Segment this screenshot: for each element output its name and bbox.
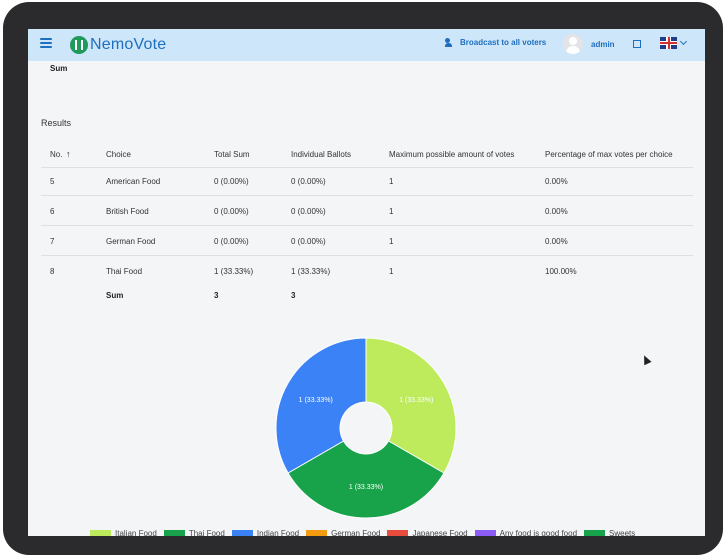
column-header-no[interactable]: No. [50, 150, 62, 159]
table-cell-ballots: 0 (0.00%) [291, 207, 326, 216]
table-cell-max: 1 [389, 207, 394, 216]
sort-ascending-icon[interactable]: ↑ [66, 149, 71, 159]
legend-item-sweets[interactable]: Sweets [584, 529, 635, 536]
logo-text: NemoVote [90, 36, 167, 53]
table-cell-max: 1 [389, 267, 394, 276]
broadcast-label: Broadcast to all voters [460, 38, 547, 47]
legend-item-german-food[interactable]: German Food [306, 529, 380, 536]
table-cell-no: 7 [50, 237, 55, 246]
table-cell-percentage: 0.00% [545, 237, 568, 246]
top-app-bar: NemoVote Broadcast to all voters admin [28, 29, 705, 61]
column-header-individual-ballots: Individual Ballots [291, 150, 352, 159]
sum-row-total: 3 [214, 291, 219, 300]
legend-label: Thai Food [188, 529, 225, 536]
chart-legend: Italian Food Thai Food Indian Food German F… [90, 529, 642, 536]
table-cell-percentage: 0.00% [545, 177, 568, 186]
legend-swatch [584, 530, 606, 536]
table-cell-ballots: 0 (0.00%) [291, 177, 326, 186]
table-cell-total: 1 (33.33%) [214, 267, 254, 276]
table-cell-choice: British Food [106, 207, 149, 216]
column-header-percentage: Percentage of max votes per choice [545, 150, 673, 159]
legend-item-thai-food[interactable]: Thai Food [163, 529, 225, 536]
user-name[interactable]: admin [591, 40, 615, 49]
legend-swatch [387, 530, 409, 536]
previous-table-sum-label: Sum [50, 64, 68, 73]
legend-item-any-food-is-good-food[interactable]: Any food is good food [474, 529, 578, 536]
table-cell-choice: American Food [106, 177, 161, 186]
table-cell-no: 5 [50, 177, 55, 186]
table-cell-no: 8 [50, 267, 55, 276]
table-divider [41, 255, 693, 256]
legend-item-japanese-food[interactable]: Japanese Food [387, 529, 468, 536]
pie-slice-label: 1 (33.33%) [399, 397, 433, 404]
table-cell-max: 1 [389, 177, 394, 186]
table-cell-percentage: 100.00% [545, 267, 577, 276]
sum-row-ballots: 3 [291, 291, 296, 300]
table-cell-ballots: 1 (33.33%) [291, 267, 331, 276]
legend-swatch [231, 530, 253, 536]
broadcast-button[interactable]: Broadcast to all voters [445, 38, 546, 47]
results-donut-chart: 1 (33.33%) 1 (33.33%) 1 (33.33%) [275, 337, 457, 519]
tablet-frame: NemoVote Broadcast to all voters admin S… [3, 2, 723, 555]
broadcast-icon [445, 38, 456, 47]
legend-label: Any food is good food [499, 529, 578, 536]
app-screen: NemoVote Broadcast to all voters admin S… [28, 29, 705, 536]
legend-label: German Food [331, 529, 381, 536]
uk-flag-icon[interactable] [660, 37, 677, 49]
legend-item-indian-food[interactable]: Indian Food [231, 529, 300, 536]
table-cell-ballots: 0 (0.00%) [291, 237, 326, 246]
table-cell-total: 0 (0.00%) [214, 237, 249, 246]
logo-icon [70, 36, 88, 54]
table-cell-max: 1 [389, 237, 394, 246]
column-header-max-votes: Maximum possible amount of votes [389, 150, 515, 159]
pie-slice-label: 1 (33.33%) [299, 397, 333, 404]
table-cell-no: 6 [50, 207, 55, 216]
legend-swatch [90, 530, 111, 536]
table-divider [41, 167, 693, 168]
app-logo[interactable]: NemoVote [70, 34, 166, 56]
legend-label: Japanese Food [412, 529, 468, 536]
pie-slice-label: 1 (33.33%) [349, 484, 383, 491]
table-cell-total: 0 (0.00%) [214, 177, 249, 186]
legend-label: Indian Food [256, 529, 300, 536]
table-cell-choice: German Food [106, 237, 156, 246]
menu-icon[interactable] [40, 38, 52, 48]
table-cell-percentage: 0.00% [545, 207, 568, 216]
legend-label: Italian Food [115, 529, 157, 536]
column-header-total-sum: Total Sum [214, 150, 250, 159]
table-divider [41, 195, 693, 196]
column-header-choice: Choice [106, 150, 131, 159]
sum-row-label: Sum [106, 291, 124, 300]
legend-item-italian-food[interactable]: Italian Food [90, 529, 157, 536]
results-heading: Results [41, 118, 72, 128]
table-divider [41, 225, 693, 226]
legend-swatch [163, 530, 185, 536]
legend-swatch [474, 530, 496, 536]
legend-label: Sweets [609, 529, 636, 536]
chevron-down-icon[interactable] [679, 37, 688, 46]
fullscreen-icon[interactable] [633, 40, 641, 48]
table-cell-total: 0 (0.00%) [214, 207, 249, 216]
mouse-cursor [640, 353, 652, 366]
table-cell-choice: Thai Food [106, 267, 143, 276]
user-avatar[interactable] [563, 34, 583, 54]
legend-swatch [306, 530, 328, 536]
